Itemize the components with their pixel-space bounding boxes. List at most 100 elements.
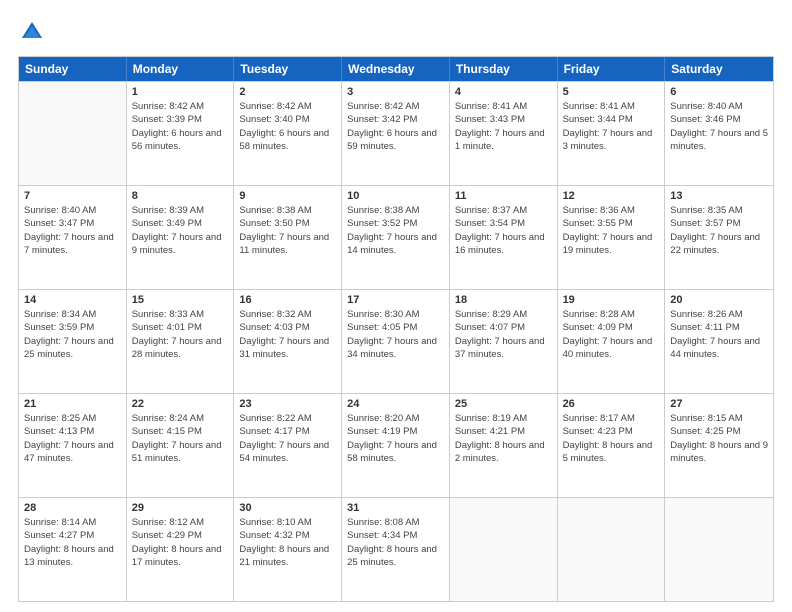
calendar-week: 21 Sunrise: 8:25 AMSunset: 4:13 PMDayligh… (19, 393, 773, 497)
calendar-cell: 3Sunrise: 8:42 AMSunset: 3:42 PMDaylight… (342, 82, 450, 185)
calendar-cell: 11Sunrise: 8:37 AMSunset: 3:54 PMDayligh… (450, 186, 558, 289)
calendar-cell (19, 82, 127, 185)
calendar-cell: 17 Sunrise: 8:30 AMSunset: 4:05 PMDayligh… (342, 290, 450, 393)
day-info: Sunrise: 8:19 AMSunset: 4:21 PMDaylight:… (455, 412, 552, 465)
calendar-cell: 19 Sunrise: 8:28 AMSunset: 4:09 PMDayligh… (558, 290, 666, 393)
calendar-cell: 27 Sunrise: 8:15 AMSunset: 4:25 PMDayligh… (665, 394, 773, 497)
day-number: 27 (670, 398, 768, 410)
day-info: Sunrise: 8:32 AMSunset: 4:03 PMDaylight:… (239, 308, 336, 361)
calendar-cell: 22 Sunrise: 8:24 AMSunset: 4:15 PMDayligh… (127, 394, 235, 497)
calendar-cell: 8 Sunrise: 8:39 AMSunset: 3:49 PMDaylight… (127, 186, 235, 289)
day-number: 18 (455, 294, 552, 306)
day-info: Sunrise: 8:08 AMSunset: 4:34 PMDaylight:… (347, 516, 444, 569)
day-number: 2 (239, 86, 336, 98)
calendar-cell: 31 Sunrise: 8:08 AMSunset: 4:34 PMDayligh… (342, 498, 450, 601)
day-number: 25 (455, 398, 552, 410)
day-number: 29 (132, 502, 229, 514)
calendar-cell (558, 498, 666, 601)
day-info: Sunrise: 8:40 AMSunset: 3:46 PMDaylight:… (670, 100, 768, 153)
calendar-cell: 24 Sunrise: 8:20 AMSunset: 4:19 PMDayligh… (342, 394, 450, 497)
day-number: 15 (132, 294, 229, 306)
day-number: 19 (563, 294, 660, 306)
day-info: Sunrise: 8:38 AMSunset: 3:52 PMDaylight:… (347, 204, 444, 257)
calendar-cell: 4Sunrise: 8:41 AMSunset: 3:43 PMDaylight… (450, 82, 558, 185)
day-info: Sunrise: 8:24 AMSunset: 4:15 PMDaylight:… (132, 412, 229, 465)
day-number: 17 (347, 294, 444, 306)
calendar-day-header: Wednesday (342, 57, 450, 81)
calendar-cell: 6 Sunrise: 8:40 AMSunset: 3:46 PMDaylight… (665, 82, 773, 185)
day-info: Sunrise: 8:10 AMSunset: 4:32 PMDaylight:… (239, 516, 336, 569)
day-info: Sunrise: 8:28 AMSunset: 4:09 PMDaylight:… (563, 308, 660, 361)
day-number: 8 (132, 190, 229, 202)
day-info: Sunrise: 8:25 AMSunset: 4:13 PMDaylight:… (24, 412, 121, 465)
day-number: 13 (670, 190, 768, 202)
day-info: Sunrise: 8:26 AMSunset: 4:11 PMDaylight:… (670, 308, 768, 361)
calendar-cell: 10 Sunrise: 8:38 AMSunset: 3:52 PMDayligh… (342, 186, 450, 289)
calendar-day-header: Monday (127, 57, 235, 81)
day-info: Sunrise: 8:22 AMSunset: 4:17 PMDaylight:… (239, 412, 336, 465)
calendar-week: 1Sunrise: 8:42 AMSunset: 3:39 PMDaylight… (19, 81, 773, 185)
day-info: Sunrise: 8:34 AMSunset: 3:59 PMDaylight:… (24, 308, 121, 361)
calendar-cell: 15Sunrise: 8:33 AMSunset: 4:01 PMDayligh… (127, 290, 235, 393)
day-info: Sunrise: 8:15 AMSunset: 4:25 PMDaylight:… (670, 412, 768, 465)
day-number: 12 (563, 190, 660, 202)
calendar-day-header: Thursday (450, 57, 558, 81)
calendar-cell: 14 Sunrise: 8:34 AMSunset: 3:59 PMDayligh… (19, 290, 127, 393)
day-info: Sunrise: 8:41 AMSunset: 3:44 PMDaylight:… (563, 100, 660, 153)
day-info: Sunrise: 8:29 AMSunset: 4:07 PMDaylight:… (455, 308, 552, 361)
calendar-cell: 23 Sunrise: 8:22 AMSunset: 4:17 PMDayligh… (234, 394, 342, 497)
calendar-cell: 29Sunrise: 8:12 AMSunset: 4:29 PMDayligh… (127, 498, 235, 601)
day-number: 7 (24, 190, 121, 202)
day-info: Sunrise: 8:41 AMSunset: 3:43 PMDaylight:… (455, 100, 552, 153)
day-number: 1 (132, 86, 229, 98)
day-info: Sunrise: 8:35 AMSunset: 3:57 PMDaylight:… (670, 204, 768, 257)
calendar-cell: 18 Sunrise: 8:29 AMSunset: 4:07 PMDayligh… (450, 290, 558, 393)
day-info: Sunrise: 8:42 AMSunset: 3:42 PMDaylight:… (347, 100, 444, 153)
day-number: 26 (563, 398, 660, 410)
calendar-cell: 1Sunrise: 8:42 AMSunset: 3:39 PMDaylight… (127, 82, 235, 185)
calendar-cell: 25 Sunrise: 8:19 AMSunset: 4:21 PMDayligh… (450, 394, 558, 497)
day-info: Sunrise: 8:20 AMSunset: 4:19 PMDaylight:… (347, 412, 444, 465)
calendar-body: 1Sunrise: 8:42 AMSunset: 3:39 PMDaylight… (19, 81, 773, 601)
day-number: 22 (132, 398, 229, 410)
calendar-cell: 20 Sunrise: 8:26 AMSunset: 4:11 PMDayligh… (665, 290, 773, 393)
calendar-day-header: Tuesday (234, 57, 342, 81)
calendar-cell (665, 498, 773, 601)
logo-icon (18, 18, 46, 46)
day-info: Sunrise: 8:17 AMSunset: 4:23 PMDaylight:… (563, 412, 660, 465)
calendar-cell: 2Sunrise: 8:42 AMSunset: 3:40 PMDaylight… (234, 82, 342, 185)
day-number: 28 (24, 502, 121, 514)
day-info: Sunrise: 8:40 AMSunset: 3:47 PMDaylight:… (24, 204, 121, 257)
calendar-day-header: Sunday (19, 57, 127, 81)
page: SundayMondayTuesdayWednesdayThursdayFrid… (0, 0, 792, 612)
day-number: 21 (24, 398, 121, 410)
calendar: SundayMondayTuesdayWednesdayThursdayFrid… (18, 56, 774, 602)
calendar-cell: 30Sunrise: 8:10 AMSunset: 4:32 PMDayligh… (234, 498, 342, 601)
day-info: Sunrise: 8:30 AMSunset: 4:05 PMDaylight:… (347, 308, 444, 361)
header (18, 18, 774, 46)
calendar-day-header: Friday (558, 57, 666, 81)
calendar-cell: 16Sunrise: 8:32 AMSunset: 4:03 PMDayligh… (234, 290, 342, 393)
calendar-cell: 21 Sunrise: 8:25 AMSunset: 4:13 PMDayligh… (19, 394, 127, 497)
logo (18, 18, 50, 46)
day-number: 24 (347, 398, 444, 410)
calendar-cell: 9Sunrise: 8:38 AMSunset: 3:50 PMDaylight… (234, 186, 342, 289)
calendar-header: SundayMondayTuesdayWednesdayThursdayFrid… (19, 57, 773, 81)
calendar-cell: 26 Sunrise: 8:17 AMSunset: 4:23 PMDayligh… (558, 394, 666, 497)
day-number: 10 (347, 190, 444, 202)
calendar-cell: 7 Sunrise: 8:40 AMSunset: 3:47 PMDaylight… (19, 186, 127, 289)
calendar-cell: 28 Sunrise: 8:14 AMSunset: 4:27 PMDayligh… (19, 498, 127, 601)
calendar-cell: 13 Sunrise: 8:35 AMSunset: 3:57 PMDayligh… (665, 186, 773, 289)
day-number: 11 (455, 190, 552, 202)
day-info: Sunrise: 8:39 AMSunset: 3:49 PMDaylight:… (132, 204, 229, 257)
day-info: Sunrise: 8:14 AMSunset: 4:27 PMDaylight:… (24, 516, 121, 569)
day-number: 23 (239, 398, 336, 410)
day-number: 31 (347, 502, 444, 514)
day-number: 14 (24, 294, 121, 306)
calendar-cell (450, 498, 558, 601)
calendar-week: 14 Sunrise: 8:34 AMSunset: 3:59 PMDayligh… (19, 289, 773, 393)
day-info: Sunrise: 8:36 AMSunset: 3:55 PMDaylight:… (563, 204, 660, 257)
day-number: 20 (670, 294, 768, 306)
calendar-day-header: Saturday (665, 57, 773, 81)
day-number: 6 (670, 86, 768, 98)
